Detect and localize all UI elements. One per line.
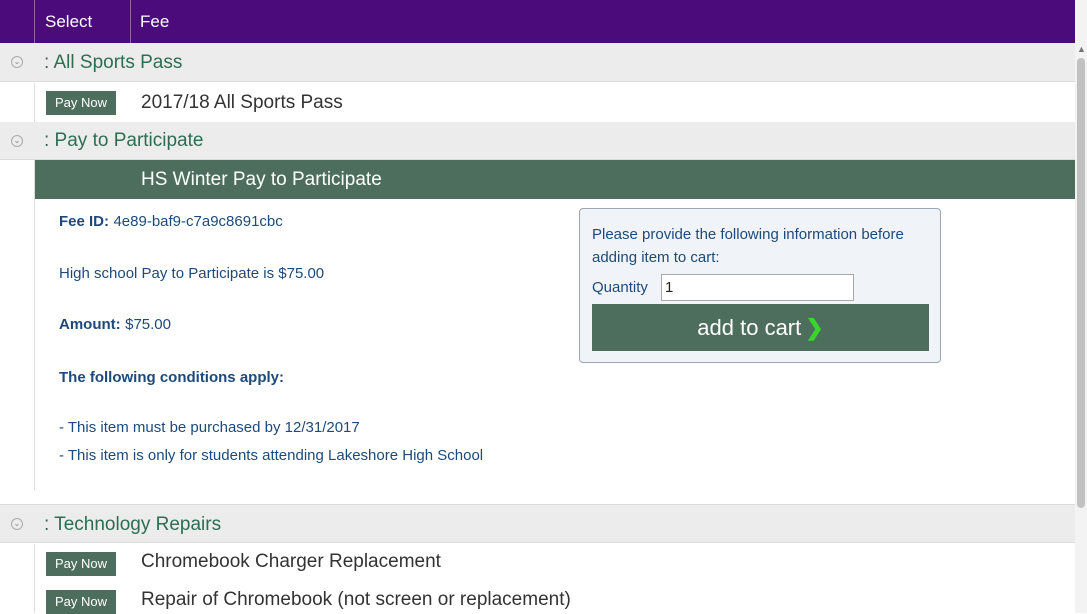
pay-now-button[interactable]: Pay Now xyxy=(46,590,117,614)
info-message: Please provide the following information… xyxy=(592,226,904,266)
group-title: : All Sports Pass xyxy=(44,52,183,73)
fee-detail-header[interactable]: HS Winter Pay to Participate xyxy=(35,160,1075,199)
column-header-select[interactable]: Select xyxy=(35,0,131,43)
column-header-fee[interactable]: Fee xyxy=(132,0,169,43)
fee-name[interactable]: Chromebook Charger Replacement xyxy=(141,551,441,573)
pay-now-button[interactable]: Pay Now xyxy=(46,552,117,576)
fee-id-label: Fee ID: xyxy=(59,213,110,230)
fee-name[interactable]: 2017/18 All Sports Pass xyxy=(141,92,343,114)
collapse-circle-icon[interactable]: ⌄ xyxy=(11,134,23,147)
scroll-up-icon[interactable]: ▲ xyxy=(1077,44,1086,54)
amount-value: $75.00 xyxy=(125,316,171,333)
add-to-cart-panel: Please provide the following information… xyxy=(579,208,941,363)
group-row-all-sports-pass[interactable]: ⌄ : All Sports Pass xyxy=(0,43,1075,82)
scrollbar-thumb[interactable] xyxy=(1077,58,1085,508)
row-gutter xyxy=(0,83,35,122)
chevron-right-icon: ❯ xyxy=(805,314,824,340)
fee-id-value: 4e89-baf9-c7a9c8691cbc xyxy=(113,213,283,230)
condition-item: - This item must be purchased by 12/31/2… xyxy=(59,419,360,436)
collapse-circle-icon[interactable]: ⌄ xyxy=(11,56,23,68)
quantity-label: Quantity xyxy=(592,279,648,296)
collapse-circle-icon[interactable]: ⌄ xyxy=(11,517,23,530)
fee-name[interactable]: Repair of Chromebook (not screen or repl… xyxy=(141,589,571,611)
header-gutter xyxy=(0,0,35,43)
row-gutter xyxy=(0,544,35,580)
table-row: Pay Now Repair of Chromebook (not screen… xyxy=(0,580,1075,614)
group-title: : Technology Repairs xyxy=(44,514,222,535)
vertical-scrollbar[interactable]: ▲ xyxy=(1075,0,1087,613)
row-gutter xyxy=(0,580,35,613)
group-row-technology-repairs[interactable]: ⌄ : Technology Repairs xyxy=(0,504,1075,543)
table-row: Pay Now Chromebook Charger Replacement xyxy=(0,544,1075,580)
conditions-heading: The following conditions apply: xyxy=(59,369,284,386)
add-to-cart-button[interactable]: add to cart ❯ xyxy=(592,304,929,351)
condition-item: - This item is only for students attendi… xyxy=(59,447,484,464)
amount-line: Amount: $75.00 xyxy=(59,316,171,334)
fee-detail-title: HS Winter Pay to Participate xyxy=(141,169,382,190)
quantity-input[interactable] xyxy=(661,274,854,301)
row-gutter xyxy=(0,160,35,490)
fee-description: High school Pay to Participate is $75.00 xyxy=(59,265,325,282)
group-row-pay-to-participate[interactable]: ⌄ : Pay to Participate xyxy=(0,122,1075,160)
group-title: : Pay to Participate xyxy=(44,130,204,151)
grid-header: Select Fee xyxy=(0,0,1075,43)
add-to-cart-label: add to cart xyxy=(697,314,802,340)
table-row: Pay Now 2017/18 All Sports Pass xyxy=(0,83,1075,122)
amount-label: Amount: xyxy=(59,316,121,333)
pay-now-button[interactable]: Pay Now xyxy=(46,91,117,115)
fee-id-line: Fee ID: 4e89-baf9-c7a9c8691cbc xyxy=(59,213,283,231)
